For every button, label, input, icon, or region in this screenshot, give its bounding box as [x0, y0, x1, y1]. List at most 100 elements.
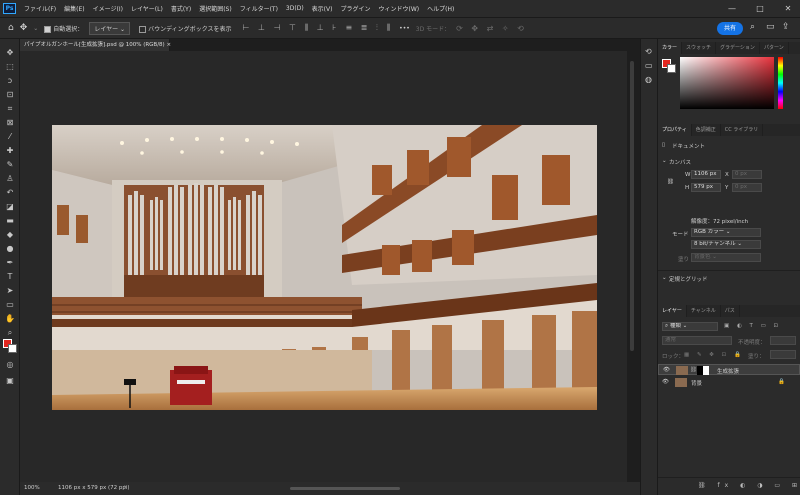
background-color-swatch[interactable] [8, 344, 17, 353]
search-icon[interactable]: ⌕ [750, 22, 755, 32]
document-tab[interactable]: パイプオルガンホール[生成拡張].psd @ 100% (RGB/8) × [20, 39, 171, 51]
tool-preset-chevron-icon[interactable]: ⌄ [33, 25, 38, 32]
marquee-icon[interactable]: ⬚ [4, 61, 16, 73]
width-field[interactable]: 1106 px [691, 170, 721, 179]
bounding-box-checkbox[interactable]: バウンディングボックスを表示 [139, 24, 231, 33]
height-field[interactable]: 579 px [691, 183, 721, 192]
concert-hall-image[interactable] [52, 125, 597, 410]
layer-name[interactable]: 生成拡張 [717, 367, 739, 375]
layer-name[interactable]: 背景 [691, 379, 702, 387]
color-background-swatch[interactable] [667, 64, 676, 73]
auto-select-dropdown[interactable]: レイヤー ⌄ [89, 21, 131, 35]
menu-help[interactable]: ヘルプ(H) [423, 4, 458, 13]
link-icon[interactable]: ⛓ [667, 179, 674, 185]
blend-mode-dropdown[interactable]: 通常 [662, 336, 732, 345]
gradient-icon[interactable]: ▬ [4, 215, 16, 227]
close-button[interactable]: ✕ [776, 0, 800, 17]
layer-filter-dropdown[interactable]: ⌕ 種類 ⌄ [662, 322, 718, 331]
brush-icon[interactable]: ✎ [4, 159, 16, 171]
frame-icon[interactable]: ⊠ [4, 117, 16, 129]
menu-type[interactable]: 書式(Y) [167, 4, 195, 13]
crop-icon[interactable]: ⌗ [4, 103, 16, 115]
hue-slider[interactable] [778, 57, 783, 109]
layer-action-icons[interactable]: ⛓ fx ◐ ◑ ▭ ⊞ 🗑 [698, 482, 800, 489]
rectangle-icon[interactable]: ▭ [4, 299, 16, 311]
tab-properties[interactable]: プロパティ [658, 124, 692, 136]
home-icon[interactable]: ⌂ [8, 23, 14, 33]
screen-mode-icon[interactable]: ▣ [4, 375, 16, 387]
move-tool-icon[interactable]: ✥ [20, 23, 28, 33]
menu-plugins[interactable]: プラグイン [336, 4, 374, 13]
zoom-level[interactable]: 100% [24, 485, 40, 491]
history-icon[interactable]: ⟲ [645, 47, 652, 56]
x-field[interactable]: 0 px [732, 170, 762, 179]
tab-adjustments[interactable]: 色調補正 [692, 124, 721, 136]
horizontal-scroll-thumb[interactable] [290, 487, 400, 490]
status-chevron-icon[interactable]: › [124, 484, 126, 490]
vertical-scrollbar[interactable] [627, 51, 637, 482]
workspace-icon[interactable]: ▭ [766, 22, 775, 32]
visibility-eye-icon[interactable]: 👁 [663, 367, 670, 373]
type-icon[interactable]: T [4, 271, 16, 283]
tab-paths[interactable]: パス [721, 305, 740, 317]
menu-image[interactable]: イメージ(I) [89, 4, 127, 13]
menu-select[interactable]: 選択範囲(S) [195, 4, 236, 13]
tab-patterns[interactable]: パターン [760, 42, 789, 54]
adjust-icon[interactable]: ◍ [645, 75, 652, 84]
close-tab-icon[interactable]: × [166, 42, 171, 48]
menu-filter[interactable]: フィルター(T) [236, 4, 282, 13]
y-field[interactable]: 0 px [732, 183, 762, 192]
dodge-icon[interactable]: ● [4, 243, 16, 255]
minimize-button[interactable]: — [720, 0, 744, 17]
blur-icon[interactable]: ◆ [4, 229, 16, 241]
tab-channels[interactable]: チャンネル [687, 305, 721, 317]
color-picker-field[interactable] [680, 57, 774, 109]
mode-dropdown[interactable]: RGB カラー ⌄ [691, 228, 761, 237]
tab-cc-libraries[interactable]: CC ライブラリ [721, 124, 764, 136]
distribute-buttons[interactable]: ≡ ≣ ⫶ ⫼ [345, 23, 393, 33]
tab-swatches[interactable]: スウォッチ [682, 42, 717, 54]
fill-opacity-field[interactable] [770, 350, 796, 359]
history-brush-icon[interactable]: ↶ [4, 187, 16, 199]
quick-mask-icon[interactable]: ◎ [4, 359, 16, 371]
lasso-icon[interactable]: ↄ [4, 75, 16, 87]
comments-icon[interactable]: ▭ [645, 61, 653, 70]
healing-icon[interactable]: ✚ [4, 145, 16, 157]
opacity-field[interactable] [770, 336, 796, 345]
menu-window[interactable]: ウィンドウ(W) [374, 4, 423, 13]
share-button[interactable]: 共有 [717, 22, 743, 35]
eraser-icon[interactable]: ◪ [4, 201, 16, 213]
scroll-thumb[interactable] [630, 61, 634, 351]
menu-file[interactable]: ファイル(F) [20, 4, 60, 13]
stamp-icon[interactable]: ♙ [4, 173, 16, 185]
tab-layers[interactable]: レイヤー [658, 305, 687, 317]
more-options-button[interactable]: ••• [399, 25, 410, 32]
canvas-chevron-icon[interactable]: ⌄ [662, 158, 667, 164]
auto-select-checkbox[interactable]: 自動選択： [44, 24, 83, 33]
visibility-eye-icon[interactable]: 👁 [662, 379, 669, 385]
maximize-button[interactable]: □ [748, 0, 772, 17]
pen-icon[interactable]: ✒ [4, 257, 16, 269]
layer-row[interactable]: 👁 背景 🔒 [658, 377, 800, 388]
tab-gradients[interactable]: グラデーション [716, 42, 760, 54]
menu-3d[interactable]: 3D(D) [282, 5, 308, 12]
zoom-icon[interactable]: ⌕ [4, 327, 16, 339]
menu-edit[interactable]: 編集(E) [60, 4, 88, 13]
menu-view[interactable]: 表示(V) [308, 4, 337, 13]
layer-filter-icons[interactable]: ▣ ◐ T ▭ ⊡ [724, 323, 781, 329]
bit-depth-dropdown[interactable]: 8 bit/チャンネル ⌄ [691, 240, 761, 249]
align-buttons[interactable]: ⊢ ⊥ ⊣ ⊤ ⫼ ⊥ ⊦ [242, 23, 339, 33]
eyedropper-icon[interactable]: ⁄ [4, 131, 16, 143]
path-select-icon[interactable]: ➤ [4, 285, 16, 297]
share-icon[interactable]: ⇪ [782, 22, 790, 32]
layer-mask-thumbnail[interactable] [697, 366, 709, 375]
layer-row[interactable]: 👁 ⛓ 生成拡張 [658, 364, 800, 375]
hand-icon[interactable]: ✋ [4, 313, 16, 325]
fill-dropdown[interactable]: 背景色 ⌄ [691, 253, 761, 262]
lock-icons[interactable]: ▦ ✎ ✥ ⊡ 🔒 [684, 352, 744, 358]
move-icon[interactable]: ✥ [4, 47, 16, 59]
object-select-icon[interactable]: ⊡ [4, 89, 16, 101]
menu-layer[interactable]: レイヤー(L) [127, 4, 167, 13]
guides-chevron-icon[interactable]: ⌄ [662, 275, 667, 281]
tab-color[interactable]: カラー [658, 42, 683, 54]
